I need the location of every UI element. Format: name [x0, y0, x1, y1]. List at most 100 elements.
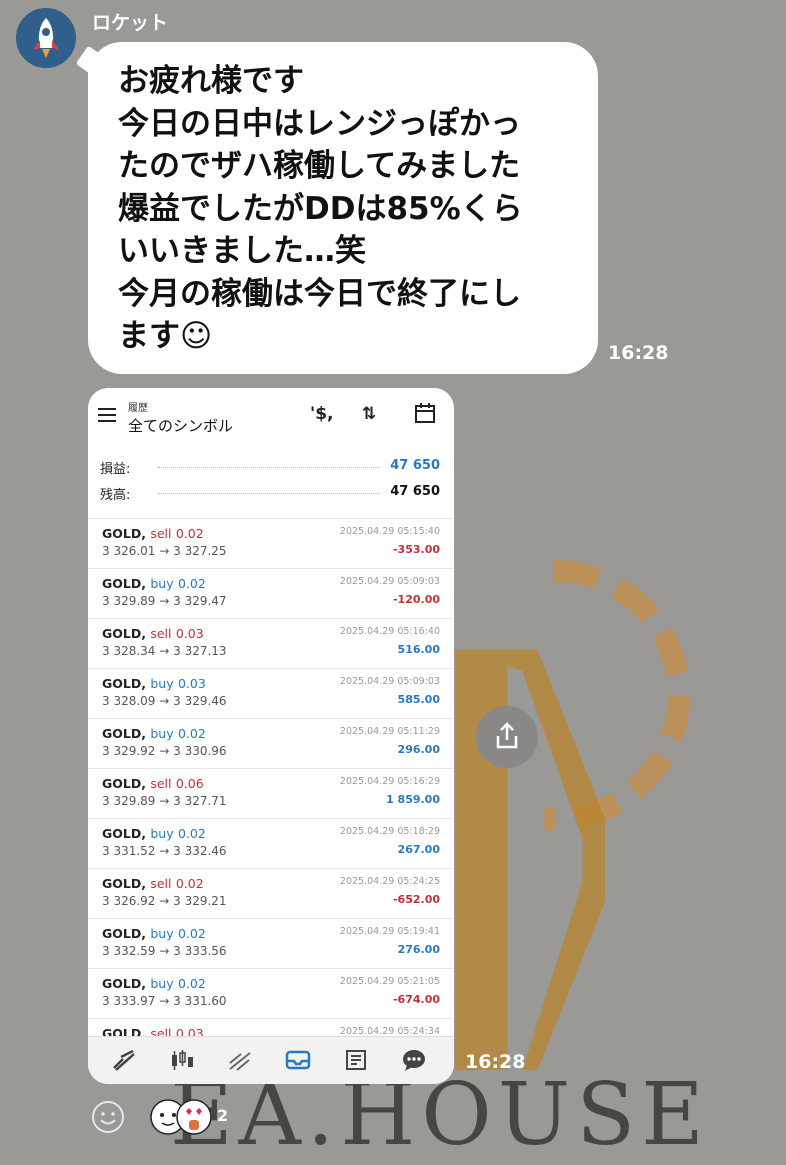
trade-row[interactable]: GOLD, sell 0.03 3 328.34 → 3 327.13 2025.0… [88, 618, 454, 668]
reaction-sticker-icons [150, 1099, 212, 1135]
trade-time: 2025.04.29 05:11:29 [339, 726, 440, 737]
image-timestamp: 16:28 [465, 1051, 526, 1073]
profit-summary: 損益: 47 650 [100, 458, 440, 478]
trade-row[interactable]: GOLD, buy 0.02 3 332.59 → 3 333.56 2025.04… [88, 918, 454, 968]
message-timestamp: 16:28 [608, 342, 669, 364]
trade-row[interactable]: GOLD, sell 0.02 3 326.92 → 3 329.21 2025.0… [88, 868, 454, 918]
trade-symbol-line: GOLD, sell 0.03 [102, 626, 204, 641]
trade-row[interactable]: GOLD, sell 0.06 3 329.89 → 3 327.71 2025.0… [88, 768, 454, 818]
trade-lot: 0.02 [177, 726, 206, 741]
trade-symbol: GOLD, [102, 626, 146, 641]
watermark-text: EA.HOUSE [170, 1065, 710, 1165]
trade-time: 2025.04.29 05:18:29 [339, 826, 440, 837]
messages-icon[interactable] [400, 1048, 428, 1074]
history-tab-icon[interactable] [284, 1048, 312, 1074]
profit-value: 47 650 [390, 458, 440, 473]
trade-profit: 267.00 [397, 843, 440, 856]
trade-lot: 0.02 [175, 526, 204, 541]
trade-symbol: GOLD, [102, 726, 146, 741]
trade-profit: 1 859.00 [386, 793, 440, 806]
trade-symbol-line: GOLD, buy 0.02 [102, 726, 206, 741]
reaction-button[interactable] [91, 1100, 125, 1134]
menu-icon[interactable] [98, 408, 116, 422]
trade-symbol-line: GOLD, buy 0.03 [102, 676, 206, 691]
calendar-icon[interactable] [414, 402, 436, 429]
trade-lot: 0.02 [177, 926, 206, 941]
trade-row[interactable]: GOLD, sell 0.02 3 326.01 → 3 327.25 2025.0… [88, 518, 454, 568]
image-message[interactable]: 履歴 全てのシンボル '$, ⇅ 損益: 47 650 残高: 47 650 G… [88, 388, 454, 1084]
trade-profit: 516.00 [397, 643, 440, 656]
dollar-sort-icon[interactable]: '$, [310, 404, 334, 424]
quotes-icon[interactable] [110, 1048, 138, 1074]
balance-summary: 残高: 47 650 [100, 484, 440, 504]
message-line: お疲れ様です [118, 63, 304, 99]
trade-direction: sell [150, 626, 172, 641]
trade-row[interactable]: GOLD, buy 0.02 3 329.92 → 3 330.96 2025.04… [88, 718, 454, 768]
trade-lot: 0.02 [175, 876, 204, 891]
share-button[interactable] [476, 706, 538, 768]
history-header: 履歴 全てのシンボル '$, ⇅ [88, 388, 454, 438]
reaction-count: 2 [217, 1106, 229, 1125]
trade-prices: 3 328.34 → 3 327.13 [102, 644, 227, 658]
trade-row[interactable]: GOLD, buy 0.03 3 328.09 → 3 329.46 2025.04… [88, 668, 454, 718]
trade-symbol-line: GOLD, sell 0.02 [102, 526, 204, 541]
trade-profit: 296.00 [397, 743, 440, 756]
trade-time: 2025.04.29 05:16:40 [339, 626, 440, 637]
dotted-leader [158, 467, 380, 468]
trade-symbol-line: GOLD, buy 0.02 [102, 976, 206, 991]
symbol-filter-title[interactable]: 全てのシンボル [128, 415, 233, 436]
trade-icon[interactable] [226, 1048, 254, 1074]
trade-row[interactable]: GOLD, buy 0.02 3 329.89 → 3 329.47 2025.04… [88, 568, 454, 618]
trade-symbol: GOLD, [102, 576, 146, 591]
news-icon[interactable] [342, 1048, 370, 1074]
rocket-icon [16, 8, 76, 68]
trade-prices: 3 329.89 → 3 329.47 [102, 594, 227, 608]
trade-lot: 0.02 [177, 976, 206, 991]
trade-direction: buy [150, 976, 174, 991]
trade-prices: 3 329.89 → 3 327.71 [102, 794, 227, 808]
trade-time: 2025.04.29 05:09:03 [339, 676, 440, 687]
trade-lot: 0.02 [177, 826, 206, 841]
bottom-nav [88, 1036, 454, 1084]
trade-prices: 3 329.92 → 3 330.96 [102, 744, 227, 758]
sender-name: ロケット [92, 12, 169, 34]
trade-profit: -120.00 [392, 593, 440, 606]
message-line: ます☺ [118, 318, 213, 354]
trade-time: 2025.04.29 05:24:25 [339, 876, 440, 887]
trade-profit: 585.00 [397, 693, 440, 706]
trade-lot: 0.02 [177, 576, 206, 591]
trade-symbol-line: GOLD, buy 0.02 [102, 576, 206, 591]
trade-symbol: GOLD, [102, 926, 146, 941]
trade-direction: buy [150, 826, 174, 841]
avatar[interactable] [16, 8, 76, 68]
trade-prices: 3 332.59 → 3 333.56 [102, 944, 227, 958]
trade-row[interactable]: GOLD, buy 0.02 3 331.52 → 3 332.46 2025.04… [88, 818, 454, 868]
trade-time: 2025.04.29 05:21:05 [339, 976, 440, 987]
trade-symbol: GOLD, [102, 976, 146, 991]
trade-prices: 3 326.92 → 3 329.21 [102, 894, 227, 908]
trade-lot: 0.03 [177, 676, 206, 691]
trade-time: 2025.04.29 05:09:03 [339, 576, 440, 587]
trade-profit: -652.00 [392, 893, 440, 906]
trade-symbol: GOLD, [102, 526, 146, 541]
message-line: いいきました…笑 [118, 233, 366, 269]
trade-prices: 3 331.52 → 3 332.46 [102, 844, 227, 858]
chart-icon[interactable] [168, 1048, 196, 1074]
history-label: 履歴 [128, 403, 148, 414]
trade-symbol: GOLD, [102, 876, 146, 891]
profit-label: 損益: [100, 462, 131, 477]
trade-direction: buy [150, 726, 174, 741]
trade-direction: buy [150, 926, 174, 941]
message-line: 今月の稼働は今日で終了にし [118, 275, 521, 312]
message-bubble[interactable]: お疲れ様です 今日の日中はレンジっぽかっ たのでザハ稼働してみました 爆益でした… [88, 42, 598, 374]
message-line: たのでザハ稼働してみました [118, 148, 521, 184]
trade-direction: buy [150, 576, 174, 591]
trade-row[interactable]: GOLD, buy 0.02 3 333.97 → 3 331.60 2025.04… [88, 968, 454, 1018]
trade-symbol: GOLD, [102, 826, 146, 841]
trade-symbol-line: GOLD, buy 0.02 [102, 826, 206, 841]
message-line: 今日の日中はレンジっぽかっ [118, 105, 521, 142]
sort-icon[interactable]: ⇅ [362, 404, 376, 424]
trade-time: 2025.04.29 05:15:40 [339, 526, 440, 537]
reaction-stickers[interactable] [150, 1097, 214, 1137]
balance-label: 残高: [100, 488, 131, 503]
